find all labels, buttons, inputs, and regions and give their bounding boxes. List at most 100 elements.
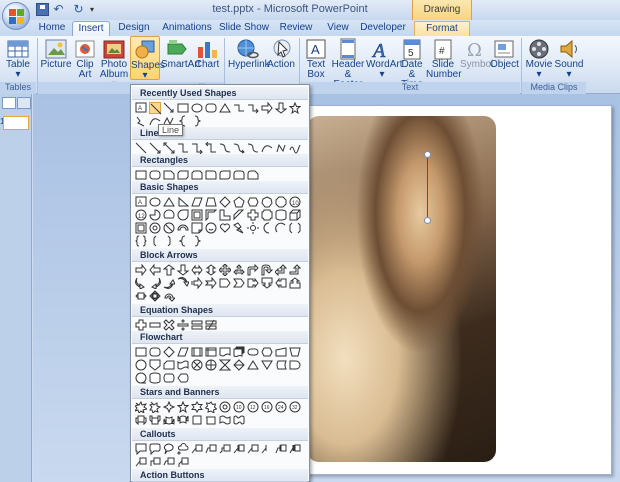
- plus-shape[interactable]: [135, 319, 147, 331]
- right-brace-shape[interactable]: [191, 235, 203, 247]
- curved-down-ribbon-shape[interactable]: [177, 414, 189, 426]
- flowchart-direct-access-storage-shape[interactable]: [163, 372, 175, 384]
- u-turn-arrow-shape[interactable]: [261, 264, 273, 276]
- bent-arrow-shape[interactable]: [247, 264, 259, 276]
- tab-slide-show[interactable]: Slide Show: [218, 21, 270, 37]
- flowchart-data-shape[interactable]: [177, 346, 189, 358]
- tab-developer[interactable]: Developer: [358, 21, 408, 37]
- elbow-connector-shape[interactable]: [233, 102, 245, 114]
- curved-arrow-shape[interactable]: [233, 142, 245, 154]
- heart-shape[interactable]: [219, 222, 231, 234]
- minus-shape[interactable]: [149, 319, 161, 331]
- snip-round-rectangle-shape[interactable]: [247, 169, 259, 181]
- left-right-up-arrow-shape[interactable]: [233, 264, 245, 276]
- flowchart-punched-tape-shape[interactable]: [177, 359, 189, 371]
- undo-icon[interactable]: ↶: [52, 3, 65, 16]
- flowchart-manual-input-shape[interactable]: [275, 346, 287, 358]
- bent-up-arrow-shape[interactable]: [289, 264, 301, 276]
- l-shape[interactable]: [219, 209, 231, 221]
- flowchart-decision-shape[interactable]: [163, 346, 175, 358]
- down-arrow-shape[interactable]: [177, 264, 189, 276]
- flowchart-magnetic-disk-shape[interactable]: [149, 372, 161, 384]
- explosion-1-shape[interactable]: [135, 401, 147, 413]
- flowchart-summing-junction-shape[interactable]: [191, 359, 203, 371]
- arrow-shape[interactable]: [163, 102, 175, 114]
- oval-callout-shape[interactable]: [163, 443, 175, 455]
- office-button[interactable]: [2, 2, 30, 30]
- rounded-rectangle-shape[interactable]: [149, 169, 161, 181]
- triangle-shape[interactable]: [163, 196, 175, 208]
- chart-button[interactable]: Chart: [194, 36, 220, 70]
- flowchart-sequential-access-storage-shape[interactable]: [135, 372, 147, 384]
- quad-arrow-callout-shape[interactable]: [149, 290, 161, 302]
- tab-animations[interactable]: Animations: [158, 21, 216, 37]
- pentagon-arrow-shape[interactable]: [219, 277, 231, 289]
- curved-connector-shape[interactable]: [219, 142, 231, 154]
- snip-corner-rectangle-shape[interactable]: [163, 169, 175, 181]
- flowchart-document-shape[interactable]: [219, 346, 231, 358]
- flowchart-internal-storage-shape[interactable]: [205, 346, 217, 358]
- moon-shape[interactable]: [261, 222, 273, 234]
- round-diagonal-rectangle-shape[interactable]: [219, 169, 231, 181]
- arc-shape[interactable]: [275, 222, 287, 234]
- 4-point-star-shape[interactable]: [163, 401, 175, 413]
- elbow-connector-shape[interactable]: [177, 142, 189, 154]
- cube-shape[interactable]: [289, 209, 301, 221]
- tab-insert[interactable]: Insert: [72, 21, 110, 37]
- symbol-button[interactable]: Ω Symbol: [460, 36, 493, 70]
- double-brace-shape[interactable]: [135, 235, 147, 247]
- circular-arrow-shape[interactable]: [163, 290, 175, 302]
- heptagon-shape[interactable]: [261, 196, 273, 208]
- half-frame-shape[interactable]: [205, 209, 217, 221]
- double-wave-shape[interactable]: [233, 414, 245, 426]
- outline-tab[interactable]: [17, 97, 31, 109]
- teardrop-shape[interactable]: [177, 209, 189, 221]
- left-arrow-callout-shape[interactable]: [275, 277, 287, 289]
- decagon-shape[interactable]: 10: [289, 196, 301, 208]
- curved-up-arrow-shape[interactable]: [163, 277, 175, 289]
- clip-art-button[interactable]: Clip Art: [73, 36, 97, 80]
- round-same-side-rectangle-shape[interactable]: [233, 169, 245, 181]
- multiply-shape[interactable]: [163, 319, 175, 331]
- no-symbol-shape[interactable]: [163, 222, 175, 234]
- freeform-shape[interactable]: [135, 115, 147, 127]
- 7-point-star-shape[interactable]: [205, 401, 217, 413]
- rectangle-shape[interactable]: [135, 169, 147, 181]
- down-ribbon-shape[interactable]: [149, 414, 161, 426]
- hyperlink-button[interactable]: Hyperlink: [228, 36, 270, 70]
- line-callout-accent-bar-shape[interactable]: [233, 443, 245, 455]
- selection-handle[interactable]: [424, 151, 431, 158]
- flowchart-connector-shape[interactable]: [135, 359, 147, 371]
- rounded-rectangle-shape[interactable]: [205, 102, 217, 114]
- text-box-shape[interactable]: A: [135, 196, 147, 208]
- sun-shape[interactable]: [247, 222, 259, 234]
- tab-format[interactable]: Format: [414, 21, 470, 37]
- right-triangle-shape[interactable]: [177, 196, 189, 208]
- line-callout-shape[interactable]: [177, 456, 189, 468]
- line-shape[interactable]: [135, 142, 147, 154]
- down-arrow-shape[interactable]: [275, 102, 287, 114]
- elbow-arrow-shape[interactable]: [191, 142, 203, 154]
- chevron-shape[interactable]: [233, 277, 245, 289]
- left-brace-shape[interactable]: [177, 235, 189, 247]
- bevel-shape[interactable]: [135, 222, 147, 234]
- flowchart-stored-data-shape[interactable]: [275, 359, 287, 371]
- up-ribbon-shape[interactable]: [135, 414, 147, 426]
- flowchart-predefined-process-shape[interactable]: [191, 346, 203, 358]
- arrow-shape[interactable]: [149, 142, 161, 154]
- customize-qat-icon[interactable]: ▾: [90, 3, 103, 16]
- flowchart-process-shape[interactable]: [135, 346, 147, 358]
- sound-button[interactable]: Sound ▾: [554, 36, 584, 80]
- vertical-scroll-shape[interactable]: [191, 414, 203, 426]
- elbow-double-arrow-shape[interactable]: [205, 142, 217, 154]
- line-callout-shape[interactable]: [149, 456, 161, 468]
- 5-point-star-shape[interactable]: [177, 401, 189, 413]
- wordart-button[interactable]: A WordArt ▾: [366, 36, 403, 80]
- 10-point-star-shape[interactable]: 10: [233, 401, 245, 413]
- shapes-button[interactable]: Shapes ▾: [130, 36, 165, 81]
- trapezoid-shape[interactable]: [205, 196, 217, 208]
- division-shape[interactable]: [177, 319, 189, 331]
- rectangle-shape[interactable]: [177, 102, 189, 114]
- line-callout-accent-border-shape[interactable]: [275, 443, 287, 455]
- down-arrow-callout-shape[interactable]: [261, 277, 273, 289]
